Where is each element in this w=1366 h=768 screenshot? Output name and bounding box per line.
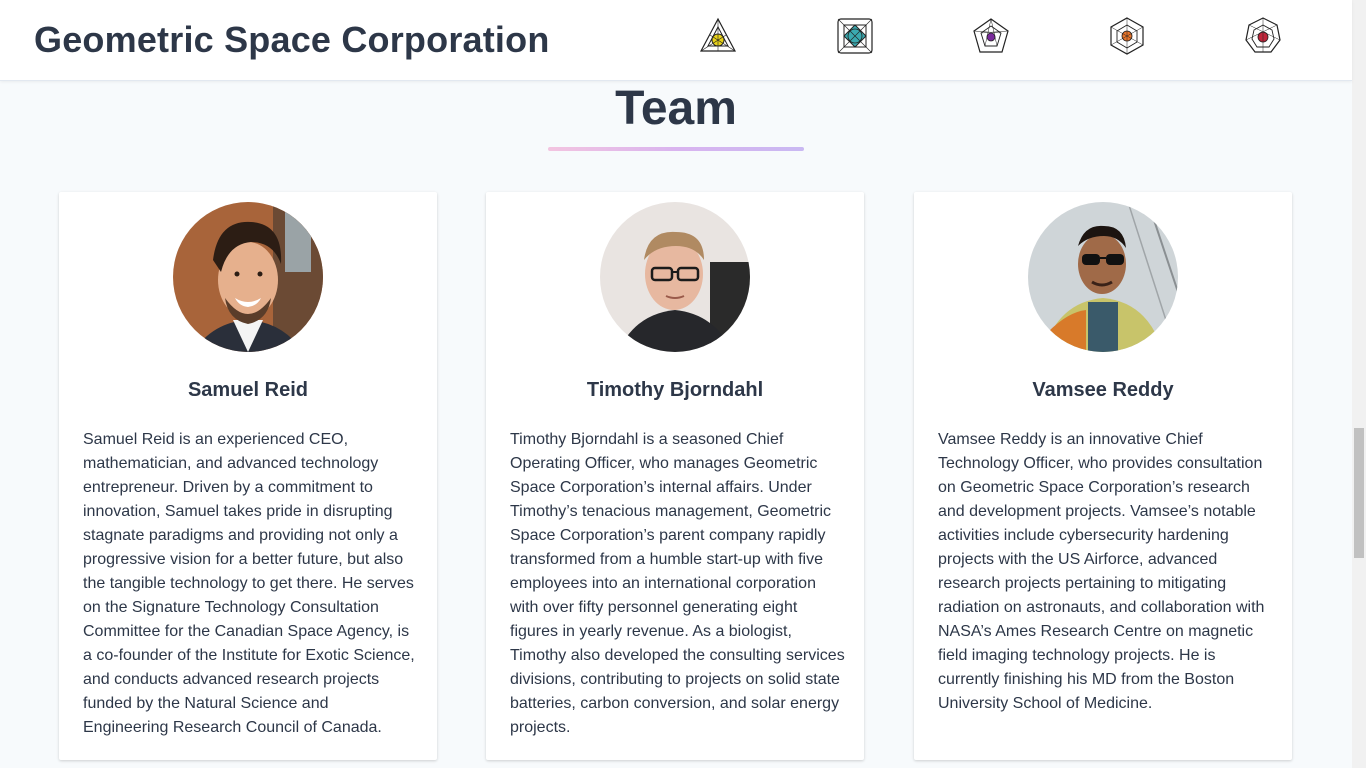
site-header: Geometric Space Corporation [0, 0, 1352, 81]
member-bio: Vamsee Reddy is an innovative Chief Tech… [938, 431, 1265, 712]
hexagon-sacred-geometry-icon[interactable] [1107, 16, 1147, 56]
page-scrollbar[interactable] [1352, 0, 1366, 768]
heptagon-sacred-geometry-icon-graphic [1245, 17, 1281, 53]
team-member-card: Timothy Bjorndahl Timothy Bjorndahl is a… [486, 192, 864, 760]
pentagon-sacred-geometry-icon-graphic [973, 18, 1009, 53]
avatar [173, 202, 323, 352]
member-bio: Samuel Reid is an experienced CEO, mathe… [83, 431, 415, 736]
triangle-sacred-geometry-icon[interactable] [698, 16, 738, 56]
team-section-title: Team [615, 82, 737, 135]
avatar-photo-timothy [600, 202, 750, 352]
heptagon-sacred-geometry-icon[interactable] [1243, 16, 1283, 56]
member-name: Vamsee Reddy [1032, 379, 1174, 401]
square-sacred-geometry-icon[interactable] [835, 16, 875, 56]
avatar [600, 202, 750, 352]
member-name: Samuel Reid [187, 379, 309, 401]
avatar [1028, 202, 1178, 352]
member-name: Timothy Bjorndahl [586, 379, 764, 401]
scrollbar-thumb[interactable] [1354, 428, 1364, 558]
triangle-sacred-geometry-icon-graphic [700, 17, 736, 52]
title-underline-divider [548, 147, 804, 151]
brand-title[interactable]: Geometric Space Corporation [34, 18, 550, 62]
avatar-photo-samuel [173, 202, 323, 352]
pentagon-sacred-geometry-icon[interactable] [971, 16, 1011, 56]
avatar-photo-vamsee [1028, 202, 1178, 352]
square-sacred-geometry-icon-graphic [837, 18, 873, 54]
hexagon-sacred-geometry-icon-graphic [1110, 17, 1144, 55]
member-bio: Timothy Bjorndahl is a seasoned Chief Op… [510, 431, 845, 736]
team-member-card: Samuel Reid Samuel Reid is an experience… [59, 192, 437, 760]
team-member-card: Vamsee Reddy Vamsee Reddy is an innovati… [914, 192, 1292, 760]
